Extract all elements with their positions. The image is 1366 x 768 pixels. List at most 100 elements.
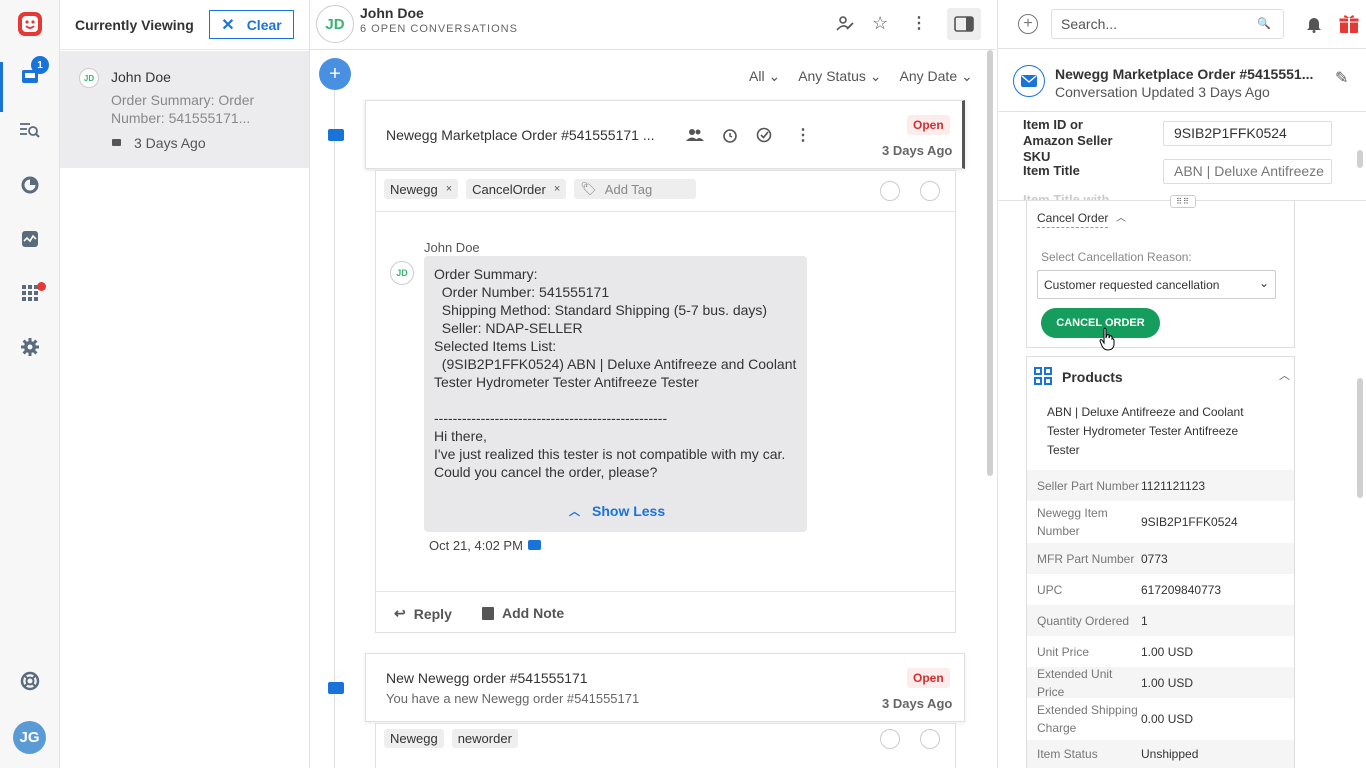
gift-icon[interactable]	[1338, 12, 1360, 37]
close-icon: ✕	[221, 16, 235, 34]
list-title: Currently Viewing	[75, 16, 194, 33]
details-subtitle: Conversation Updated 3 Days Ago	[1055, 84, 1270, 100]
divider	[376, 211, 955, 212]
message-body: Order Summary: Order Number: 541555171 S…	[424, 256, 807, 532]
search-input[interactable]: Search... 🔍	[1051, 9, 1284, 39]
circle-toggle[interactable]	[920, 729, 940, 749]
reply-button[interactable]: ↩ Reply	[394, 605, 452, 622]
show-less-link[interactable]: ︿ Show Less	[569, 503, 665, 519]
email-channel-icon	[1013, 65, 1045, 97]
remove-tag-icon[interactable]: ×	[446, 183, 452, 195]
list-item-preview: Order Summary: Order Number: 541555171..…	[111, 92, 255, 126]
conversation-card-header[interactable]: Newegg Marketplace Order #541555171 ... …	[365, 100, 965, 169]
circle-toggle[interactable]	[920, 181, 940, 201]
filters-bar: All ⌄ Any Status ⌄ Any Date ⌄	[749, 68, 973, 85]
star-icon[interactable]: ☆	[872, 13, 888, 34]
conversation-time: 3 Days Ago	[882, 696, 953, 711]
clear-button[interactable]: ✕ Clear	[209, 10, 294, 39]
avatar: JD	[390, 261, 414, 285]
conversation-card-header[interactable]: New Newegg order #541555171 You have a n…	[365, 653, 965, 722]
add-tag-input[interactable]: 🏷 Add Tag	[574, 179, 697, 199]
product-detail-row: Item Status Unshipped	[1027, 740, 1294, 768]
conversation-header: JD John Doe 6 OPEN CONVERSATIONS ☆ ⋮	[310, 0, 996, 50]
tag[interactable]: Newegg ×	[384, 179, 459, 199]
remove-tag-icon[interactable]: ×	[554, 183, 560, 195]
inbox-icon[interactable]: 1	[0, 56, 60, 112]
product-detail-row: MFR Part Number 0773	[1027, 543, 1294, 574]
tag[interactable]: CancelOrder ×	[466, 179, 567, 199]
filter-status[interactable]: Any Status ⌄	[798, 68, 881, 85]
inbox-badge: 1	[31, 56, 49, 74]
envelope-icon	[328, 129, 344, 141]
list-item[interactable]: JD John Doe Order Summary: Order Number:…	[60, 51, 309, 168]
note-icon	[482, 606, 494, 620]
add-circle-icon[interactable]: +	[1018, 14, 1038, 34]
reports-pie-icon[interactable]	[0, 165, 60, 205]
more-vertical-icon[interactable]: ⋮	[911, 13, 927, 33]
assign-user-icon[interactable]	[836, 15, 854, 36]
divider	[376, 591, 955, 592]
product-detail-row: Seller Part Number 1121121123	[1027, 470, 1294, 501]
bell-icon[interactable]	[1306, 15, 1322, 36]
tag[interactable]: Newegg	[384, 729, 444, 748]
circle-toggle[interactable]	[880, 181, 900, 201]
snooze-clock-icon[interactable]	[722, 127, 738, 146]
add-note-button[interactable]: Add Note	[482, 605, 564, 621]
activity-icon[interactable]	[0, 219, 60, 259]
sku-field[interactable]: 9SIB2P1FFK0524	[1163, 121, 1332, 146]
field-label: Item Title with	[1023, 192, 1110, 200]
participants-icon[interactable]	[685, 127, 705, 146]
list-item-name: John Doe	[111, 69, 171, 85]
products-title: Products	[1062, 369, 1123, 385]
scrollbar[interactable]	[1357, 378, 1363, 498]
details-title: Newegg Marketplace Order #5415551...	[1055, 66, 1314, 82]
message-author: John Doe	[424, 240, 480, 255]
scrollbar[interactable]	[987, 50, 993, 476]
search-list-icon[interactable]	[0, 110, 60, 150]
product-detail-row: UPC 617209840773	[1037, 582, 1222, 597]
field-label: Item Title	[1023, 163, 1080, 178]
more-vertical-icon[interactable]: ⋮	[795, 125, 811, 145]
filter-all[interactable]: All ⌄	[749, 68, 780, 85]
divider	[998, 48, 1366, 49]
cancel-order-toggle[interactable]: Cancel Order	[1037, 211, 1109, 228]
user-avatar[interactable]: JG	[13, 721, 46, 754]
cancellation-reason-select[interactable]: Customer requested cancellation ⌄	[1037, 270, 1276, 299]
app: 1 JG Currently Viewing ✕ Clear JD John D…	[0, 0, 1366, 768]
reason-label: Select Cancellation Reason:	[1041, 250, 1192, 264]
tags-row: Newegg neworder	[384, 729, 518, 748]
conversation-list-panel: Currently Viewing ✕ Clear JD John Doe Or…	[60, 0, 310, 768]
item-title-field[interactable]: ABN | Deluxe Antifreeze	[1163, 159, 1332, 184]
settings-gear-icon[interactable]	[0, 327, 60, 367]
edit-pencil-icon[interactable]: ✎	[1335, 68, 1348, 88]
tag[interactable]: neworder	[451, 729, 518, 748]
toggle-panel-icon[interactable]	[947, 8, 981, 40]
product-detail-row: Unit Price 1.00 USD	[1037, 644, 1194, 659]
list-item-time: 3 Days Ago	[134, 135, 206, 151]
logo-icon[interactable]	[0, 4, 60, 44]
envelope-icon	[328, 682, 344, 694]
conversation-subject: New Newegg order #541555171	[386, 670, 588, 686]
chevron-up-icon[interactable]: ︿	[1116, 209, 1126, 224]
status-badge: Open	[907, 115, 950, 135]
apps-grid-icon[interactable]	[0, 273, 60, 313]
filter-date[interactable]: Any Date ⌄	[900, 68, 973, 85]
message-timestamp: Oct 21, 4:02 PM	[429, 538, 523, 553]
conversation-preview: You have a new Newegg order #541555171	[386, 691, 640, 706]
products-grid-icon	[1034, 367, 1052, 388]
chevron-down-icon: ⌄	[1258, 276, 1269, 290]
notification-dot	[37, 282, 46, 291]
help-lifebuoy-icon[interactable]	[0, 661, 60, 701]
conversation-subject: Newegg Marketplace Order #541555171 ...	[386, 127, 655, 143]
conversation-time: 3 Days Ago	[882, 143, 953, 158]
product-detail-row: Extended Shipping Charge 0.00 USD	[1037, 703, 1194, 735]
product-name: ABN | Deluxe Antifreeze and Coolant Test…	[1047, 405, 1244, 457]
clear-label: Clear	[246, 16, 282, 33]
new-conversation-button[interactable]: +	[319, 58, 351, 90]
details-panel: + Search... 🔍 Newegg Marketplace Order #…	[997, 0, 1366, 768]
scrollbar[interactable]	[1357, 150, 1363, 168]
order-fields-section: Item ID or Amazon Seller SKU 9SIB2P1FFK0…	[998, 112, 1366, 200]
chevron-up-icon[interactable]: ︿	[1279, 367, 1290, 383]
circle-toggle[interactable]	[880, 729, 900, 749]
resolve-check-icon[interactable]	[756, 127, 772, 146]
